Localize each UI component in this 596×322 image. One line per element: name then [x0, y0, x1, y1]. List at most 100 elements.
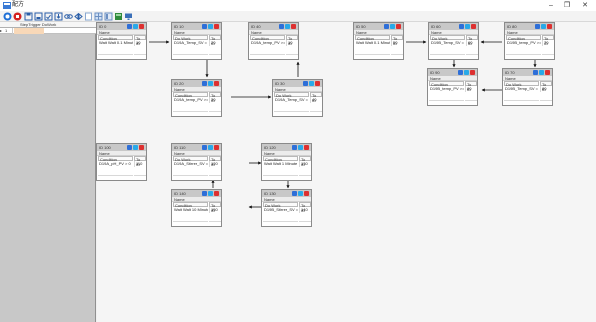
- node-header[interactable]: ID 30: [273, 80, 322, 87]
- node-scrollbar-right[interactable]: [209, 175, 221, 179]
- node-header[interactable]: ID 70: [503, 69, 552, 76]
- info-icon[interactable]: [541, 24, 546, 29]
- step-node-130[interactable]: ID 130 Name Do Work To ID D19B_Stirrer_S…: [261, 189, 312, 227]
- node-condition-value[interactable]: D19B_temp_PV >= 33.10 °C: [506, 40, 541, 46]
- node-scrollbar[interactable]: [504, 100, 539, 104]
- info-icon[interactable]: [208, 24, 213, 29]
- node-to-id-value[interactable]: 80: [465, 86, 477, 92]
- open-icon[interactable]: [44, 12, 53, 21]
- node-condition-value[interactable]: D19A_Temp_SV = 34.00: [274, 97, 309, 103]
- node-scrollbar[interactable]: [430, 54, 465, 58]
- node-scrollbar[interactable]: [250, 54, 285, 58]
- node-scrollbar-right[interactable]: [466, 54, 478, 58]
- info-icon[interactable]: [464, 70, 469, 75]
- node-condition-value[interactable]: Wait Walt 0.1 Minute: [355, 40, 390, 46]
- node-condition-value[interactable]: Wait Walt 1 Minute: [263, 161, 298, 167]
- edit-icon[interactable]: [533, 70, 538, 75]
- node-to-id-value[interactable]: 70: [542, 40, 554, 46]
- node-scrollbar-right[interactable]: [134, 54, 146, 58]
- node-scrollbar-right[interactable]: [299, 175, 311, 179]
- node-scrollbar[interactable]: [173, 175, 208, 179]
- node-header[interactable]: ID 80: [505, 23, 554, 30]
- step-node-0[interactable]: ID 0 Name Condition To ID Wait Walt 0.1 …: [96, 22, 147, 60]
- step-node-60[interactable]: ID 60 Name Do Work To ID D19B_Temp_SV = …: [428, 22, 479, 60]
- node-scrollbar-right[interactable]: [299, 221, 311, 225]
- info-icon[interactable]: [285, 24, 290, 29]
- step-node-50[interactable]: ID 50 Name Condition To ID Wait Walt 0.1…: [353, 22, 404, 60]
- node-condition-value[interactable]: D19A_pH_PV > 0: [98, 161, 133, 167]
- node-header[interactable]: ID 90: [428, 69, 477, 76]
- delete-icon[interactable]: [304, 191, 309, 196]
- node-scrollbar-right[interactable]: [310, 111, 322, 115]
- node-header[interactable]: ID 110: [172, 144, 221, 151]
- import-icon[interactable]: [54, 12, 63, 21]
- step-node-10[interactable]: ID 10 Name Do Work To ID D19A_Temp_SV = …: [171, 22, 222, 60]
- node-scrollbar[interactable]: [274, 111, 309, 115]
- node-to-id-value[interactable]: 60: [466, 40, 478, 46]
- node-condition-value[interactable]: D19B_temp_PV >= 33.80 °C: [429, 86, 464, 92]
- node-header[interactable]: ID 60: [429, 23, 478, 30]
- node-to-id-value[interactable]: 80: [540, 86, 552, 92]
- node-to-id-value[interactable]: 140: [299, 207, 311, 213]
- info-icon[interactable]: [298, 191, 303, 196]
- monitor-icon[interactable]: [124, 12, 133, 21]
- delete-icon[interactable]: [214, 24, 219, 29]
- layout-icon[interactable]: [104, 12, 113, 21]
- node-scrollbar[interactable]: [429, 100, 464, 104]
- step-node-100[interactable]: ID 100 Name Condition To ID D19A_pH_PV >…: [96, 143, 147, 181]
- delete-icon[interactable]: [470, 70, 475, 75]
- row-cell[interactable]: [14, 28, 44, 34]
- node-condition-value[interactable]: Wait Walt 0.1 Minute: [98, 40, 133, 46]
- node-scrollbar-right[interactable]: [540, 100, 552, 104]
- node-condition-value[interactable]: D19A_temp_PV >= 33.80 °C: [250, 40, 285, 46]
- info-icon[interactable]: [208, 145, 213, 150]
- node-row[interactable]: D19A_Stirrer_SV = 300 120: [172, 161, 221, 167]
- node-header[interactable]: ID 140: [172, 190, 221, 197]
- node-scrollbar[interactable]: [173, 111, 208, 115]
- step-list-row[interactable]: ▸ 1: [0, 28, 96, 34]
- step-node-70[interactable]: ID 70 Name Do Work To ID D19B_Temp_SV = …: [502, 68, 553, 106]
- node-scrollbar[interactable]: [355, 54, 390, 58]
- step-node-40[interactable]: ID 40 Name Condition To ID D19A_temp_PV …: [248, 22, 299, 60]
- node-condition-value[interactable]: D19A_temp_PV >= 33.10 °C: [173, 97, 208, 103]
- node-condition-value[interactable]: D19A_Temp_SV = 35.00: [173, 40, 208, 46]
- node-scrollbar[interactable]: [173, 221, 208, 225]
- run-icon[interactable]: [3, 12, 12, 21]
- edit-icon[interactable]: [384, 24, 389, 29]
- step-node-20[interactable]: ID 20 Name Condition To ID D19A_temp_PV …: [171, 79, 222, 117]
- node-to-id-value[interactable]: 10: [134, 40, 146, 46]
- edit-icon[interactable]: [202, 145, 207, 150]
- edit-icon[interactable]: [202, 81, 207, 86]
- info-icon[interactable]: [133, 145, 138, 150]
- node-row[interactable]: D19B_temp_PV >= 33.80 °C 80: [428, 86, 477, 92]
- edit-icon[interactable]: [303, 81, 308, 86]
- delete-icon[interactable]: [315, 81, 320, 86]
- node-scrollbar-right[interactable]: [465, 100, 477, 104]
- edit-icon[interactable]: [292, 191, 297, 196]
- info-icon[interactable]: [309, 81, 314, 86]
- image-icon[interactable]: [114, 12, 123, 21]
- edit-icon[interactable]: [279, 24, 284, 29]
- delete-icon[interactable]: [304, 145, 309, 150]
- node-header[interactable]: ID 130: [262, 190, 311, 197]
- edit-icon[interactable]: [535, 24, 540, 29]
- edit-icon[interactable]: [127, 145, 132, 150]
- delete-icon[interactable]: [214, 191, 219, 196]
- edit-icon[interactable]: [458, 70, 463, 75]
- edit-icon[interactable]: [459, 24, 464, 29]
- node-row[interactable]: D19A_temp_PV >= 33.10 °C 30: [172, 97, 221, 103]
- node-header[interactable]: ID 100: [97, 144, 146, 151]
- node-row[interactable]: Wait Walt 10 Minute 150: [172, 207, 221, 213]
- node-to-id-value[interactable]: 130: [299, 161, 311, 167]
- node-header[interactable]: ID 120: [262, 144, 311, 151]
- node-header[interactable]: ID 20: [172, 80, 221, 87]
- node-row[interactable]: D19A_temp_PV >= 33.80 °C 10: [249, 40, 298, 46]
- node-condition-value[interactable]: D19B_Stirrer_SV = 250: [263, 207, 298, 213]
- node-scrollbar[interactable]: [173, 54, 208, 58]
- node-to-id-value[interactable]: 30: [209, 97, 221, 103]
- edit-icon[interactable]: [202, 24, 207, 29]
- node-row[interactable]: D19A_pH_PV > 0 110: [97, 161, 146, 167]
- delete-icon[interactable]: [471, 24, 476, 29]
- node-to-id-value[interactable]: 20: [209, 40, 221, 46]
- edit-icon[interactable]: [202, 191, 207, 196]
